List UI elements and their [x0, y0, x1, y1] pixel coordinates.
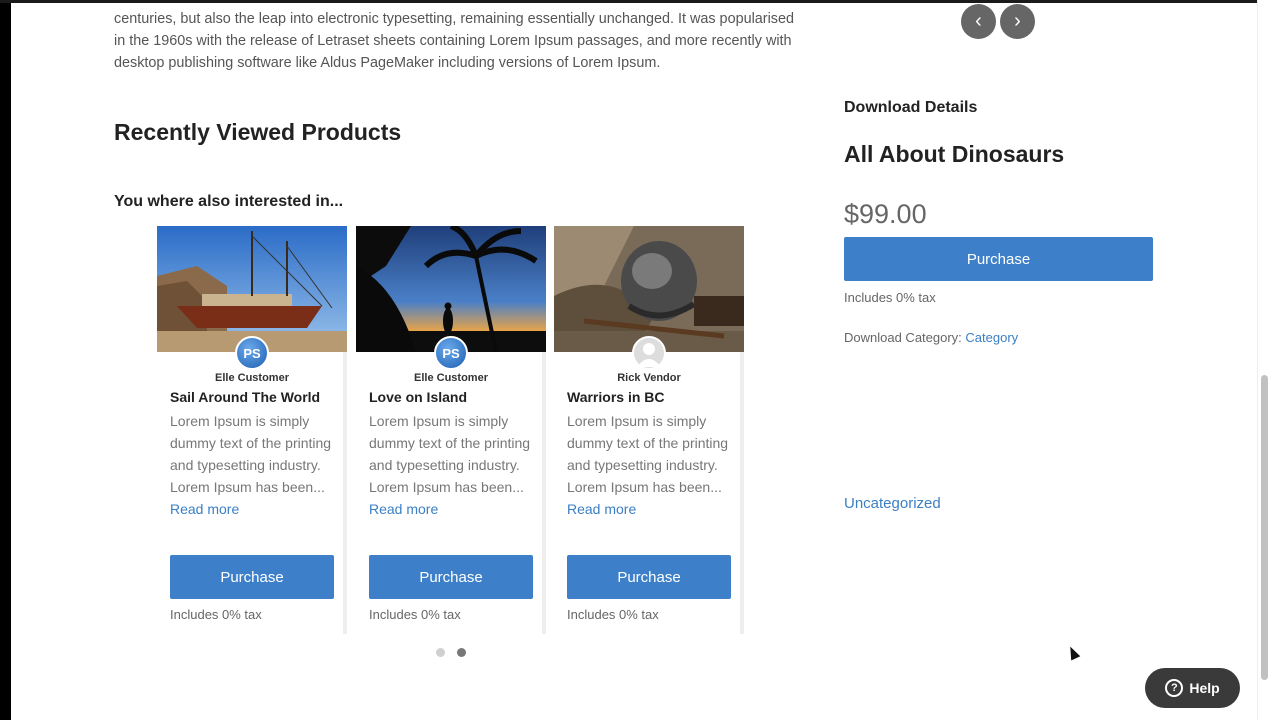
- tax-note: Includes 0% tax: [170, 607, 262, 622]
- card-author: Elle Customer: [215, 372, 289, 384]
- card-title[interactable]: Love on Island: [369, 389, 467, 405]
- product-image-sailboat[interactable]: [157, 226, 347, 352]
- purchase-button[interactable]: Purchase: [369, 555, 533, 599]
- help-button[interactable]: ? Help: [1145, 668, 1240, 708]
- product-image-helmet[interactable]: [554, 226, 744, 352]
- chevron-right-icon[interactable]: ›: [1000, 4, 1035, 39]
- card-title[interactable]: Sail Around The World: [170, 389, 320, 405]
- help-label: Help: [1189, 680, 1220, 696]
- product-card: PS Elle Customer Sail Around The World L…: [157, 226, 347, 634]
- author-avatar: PS: [235, 336, 269, 370]
- purchase-button[interactable]: Purchase: [170, 555, 334, 599]
- download-category-label: Download Category:: [844, 330, 962, 345]
- read-more-link[interactable]: Read more: [170, 501, 239, 517]
- card-author: Elle Customer: [414, 372, 488, 384]
- download-title: All About Dinosaurs: [844, 141, 1065, 167]
- card-description: Lorem Ipsum is simply dummy text of the …: [567, 410, 737, 520]
- carousel-dots: [436, 648, 466, 657]
- page: centuries, but also the leap into electr…: [11, 3, 1257, 720]
- card-title[interactable]: Warriors in BC: [567, 389, 665, 405]
- product-card: Rick Vendor Warriors in BC Lorem Ipsum i…: [554, 226, 744, 634]
- card-description-text: Lorem Ipsum is simply dummy text of the …: [170, 413, 332, 495]
- download-price: $99.00: [844, 199, 927, 229]
- read-more-link[interactable]: Read more: [369, 501, 438, 517]
- download-purchase-button[interactable]: Purchase: [844, 237, 1153, 281]
- category-link[interactable]: Category: [965, 330, 1018, 345]
- tax-note: Includes 0% tax: [369, 607, 461, 622]
- product-card: PS Elle Customer Love on Island Lorem Ip…: [356, 226, 546, 634]
- card-description-text: Lorem Ipsum is simply dummy text of the …: [567, 413, 729, 495]
- carousel-dot[interactable]: [436, 648, 445, 657]
- uncategorized-link[interactable]: Uncategorized: [844, 495, 941, 512]
- card-author: Rick Vendor: [617, 372, 681, 384]
- recent-products-heading: Recently Viewed Products: [114, 119, 402, 145]
- author-avatar: PS: [434, 336, 468, 370]
- scrollbar-thumb[interactable]: [1261, 375, 1268, 680]
- card-description-text: Lorem Ipsum is simply dummy text of the …: [369, 413, 531, 495]
- purchase-button[interactable]: Purchase: [567, 555, 731, 599]
- also-interested-heading: You where also interested in...: [114, 193, 344, 210]
- user-placeholder-icon: [637, 343, 661, 367]
- download-category: Download Category: Category: [844, 330, 1018, 345]
- question-icon: ?: [1165, 679, 1184, 697]
- card-description: Lorem Ipsum is simply dummy text of the …: [170, 410, 340, 520]
- product-image-island[interactable]: [356, 226, 546, 352]
- card-description: Lorem Ipsum is simply dummy text of the …: [369, 410, 539, 520]
- intro-paragraph: centuries, but also the leap into electr…: [114, 11, 794, 71]
- tax-note: Includes 0% tax: [567, 607, 659, 622]
- download-tax-note: Includes 0% tax: [844, 290, 936, 305]
- read-more-link[interactable]: Read more: [567, 501, 636, 517]
- author-avatar: [632, 336, 666, 370]
- carousel-dot-active[interactable]: [457, 648, 466, 657]
- chevron-left-icon[interactable]: ‹: [961, 4, 996, 39]
- download-details-heading: Download Details: [844, 99, 978, 116]
